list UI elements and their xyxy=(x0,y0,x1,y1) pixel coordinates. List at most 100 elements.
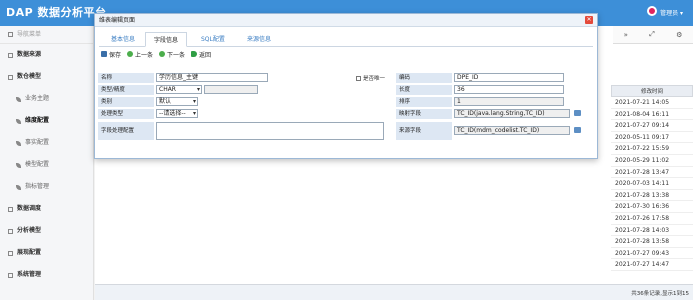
table-cell-modified-time: 2020-05-29 11:02 xyxy=(611,155,693,167)
mapping-input[interactable]: TC_ID(java.lang.String,TC_ID) xyxy=(454,109,570,118)
close-button[interactable]: ✕ xyxy=(585,16,593,24)
sidebar-header: 导航菜单 xyxy=(0,26,93,44)
name-label: 名称 xyxy=(98,73,154,83)
length-input[interactable]: 36 xyxy=(454,85,564,94)
sidebar-item-label: 指标管理 xyxy=(25,183,50,190)
source-picker-icon[interactable] xyxy=(574,127,581,133)
sidebar-item-label: 分析模型 xyxy=(17,227,42,234)
table-cell-modified-time: 2021-07-28 13:47 xyxy=(611,167,693,179)
table-cell-modified-time: 2021-07-26 17:58 xyxy=(611,213,693,225)
type-label: 类型/精度 xyxy=(98,85,154,95)
sort-input[interactable]: 1 xyxy=(454,97,564,106)
category-label: 类别 xyxy=(98,97,154,107)
table-cell-modified-time: 2021-07-21 14:05 xyxy=(611,97,693,109)
handler-label: 处理类型 xyxy=(98,109,154,119)
sidebar-item-label: 维度配置 xyxy=(25,117,50,124)
save-icon xyxy=(101,51,107,57)
next-button[interactable]: 下一条 xyxy=(159,50,185,59)
sidebar-item[interactable]: 数据调度 xyxy=(0,198,93,220)
folder-icon xyxy=(8,228,13,234)
fullscreen-icon[interactable]: ⤢ xyxy=(649,30,655,39)
back-button[interactable]: 返回 xyxy=(191,50,211,59)
user-avatar-icon xyxy=(647,6,658,18)
length-label: 长度 xyxy=(396,85,452,95)
sidebar-item-label: 业务主题 xyxy=(25,95,50,102)
user-name: 管理员 ▾ xyxy=(660,9,683,17)
tab-basic-info[interactable]: 基本信息 xyxy=(103,32,143,47)
table-cell-modified-time: 2020-07-03 14:11 xyxy=(611,178,693,190)
table-cell-modified-time: 2021-07-28 13:58 xyxy=(611,236,693,248)
table-cell-modified-time: 2021-07-27 09:43 xyxy=(611,248,693,260)
unique-checkbox[interactable]: 是否唯一 xyxy=(356,74,385,82)
pagination-info: 共36条记录,显示1到15 xyxy=(631,291,689,297)
folder-icon xyxy=(8,272,13,278)
sidebar-item[interactable]: 数据来源 xyxy=(0,44,93,66)
dialog-title-bar: 维表编辑页面 ✕ xyxy=(95,14,597,27)
sidebar-item[interactable]: 事实配置 xyxy=(0,132,93,154)
expand-icon[interactable]: » xyxy=(624,31,628,39)
sort-label: 排序 xyxy=(396,97,452,107)
tab-source-info[interactable]: 来源信息 xyxy=(239,32,279,47)
table-cell-modified-time: 2021-07-27 14:47 xyxy=(611,259,693,271)
config-textarea[interactable] xyxy=(156,122,384,140)
handler-select[interactable]: --请选择-- xyxy=(156,109,198,118)
precision-input[interactable] xyxy=(204,85,258,94)
gear-icon[interactable]: ⚙ xyxy=(676,31,682,39)
folder-icon xyxy=(8,74,13,80)
leaf-icon xyxy=(16,162,21,168)
app-title: DAP 数据分析平台 xyxy=(6,6,107,19)
table-cell-modified-time: 2021-08-04 16:11 xyxy=(611,109,693,121)
sidebar-item[interactable]: 模型配置 xyxy=(0,154,93,176)
table-footer: 共36条记录,显示1到15 xyxy=(95,284,693,300)
save-button[interactable]: 保存 xyxy=(101,50,121,59)
type-select[interactable]: CHAR xyxy=(156,85,202,94)
tab-sql-config[interactable]: SQL配置 xyxy=(193,32,233,47)
sidebar-item[interactable]: 数仓模型 xyxy=(0,66,93,88)
sidebar-item[interactable]: 系统管理 xyxy=(0,264,93,286)
source-label: 来源字段 xyxy=(396,122,452,140)
back-icon xyxy=(191,51,198,57)
sidebar-item-label: 系统管理 xyxy=(17,271,42,278)
checkbox-icon xyxy=(356,75,361,81)
sidebar-item[interactable]: 维度配置 xyxy=(0,110,93,132)
code-input[interactable]: DPE_ID xyxy=(454,73,564,82)
table-cell-modified-time: 2021-07-30 16:36 xyxy=(611,201,693,213)
folder-icon xyxy=(8,206,13,212)
sidebar-item-label: 数仓模型 xyxy=(17,73,42,80)
table-cell-modified-time: 2021-07-22 15:59 xyxy=(611,143,693,155)
sidebar-item[interactable]: 指标管理 xyxy=(0,176,93,198)
folder-icon xyxy=(8,250,13,256)
next-icon xyxy=(159,51,166,57)
modified-time-column: 修改时间 2021-07-21 14:05 2021-08-04 16:11 202… xyxy=(611,85,693,271)
tab-field-info[interactable]: 字段信息 xyxy=(145,32,188,47)
user-menu[interactable]: 管理员 ▾ xyxy=(647,6,683,18)
leaf-icon xyxy=(16,184,21,190)
name-input[interactable]: 学历信息_主键 xyxy=(156,73,268,82)
table-cell-modified-time: 2021-07-27 09:14 xyxy=(611,120,693,132)
leaf-icon xyxy=(16,140,21,146)
category-select[interactable]: 默认 xyxy=(156,97,198,106)
dialog-actions: 保存 上一条 下一条 返回 xyxy=(95,47,597,61)
edit-dialog: 维表编辑页面 ✕ 基本信息 字段信息 SQL配置 来源信息 保存 上一条 下一条… xyxy=(94,13,598,159)
sidebar-item-label: 数据来源 xyxy=(17,51,42,58)
sidebar-item-label: 展现配置 xyxy=(17,249,42,256)
dialog-tabs: 基本信息 字段信息 SQL配置 来源信息 xyxy=(99,27,593,47)
prev-button[interactable]: 上一条 xyxy=(127,50,153,59)
leaf-icon xyxy=(16,96,21,102)
prev-icon xyxy=(127,51,134,57)
mapping-picker-icon[interactable] xyxy=(574,110,581,116)
source-input[interactable]: TC_ID(mdm_codelist.TC_ID) xyxy=(454,126,570,135)
sidebar-item[interactable]: 分析模型 xyxy=(0,220,93,242)
sidebar-item-label: 事实配置 xyxy=(25,139,50,146)
main-toolbar: » ⤢ ⚙ xyxy=(613,26,693,44)
sidebar-item[interactable]: 业务主题 xyxy=(0,88,93,110)
table-cell-modified-time: 2021-07-28 14:03 xyxy=(611,225,693,237)
config-label: 字段处理配置 xyxy=(98,122,154,140)
sidebar-item[interactable]: 展现配置 xyxy=(0,242,93,264)
leaf-icon xyxy=(16,118,21,124)
code-label: 编码 xyxy=(396,73,452,83)
sidebar: 导航菜单 数据来源数仓模型业务主题维度配置事实配置模型配置指标管理数据调度分析模… xyxy=(0,26,94,300)
folder-icon xyxy=(8,52,13,58)
sidebar-item-label: 模型配置 xyxy=(25,161,50,168)
modified-time-header[interactable]: 修改时间 xyxy=(611,85,693,97)
